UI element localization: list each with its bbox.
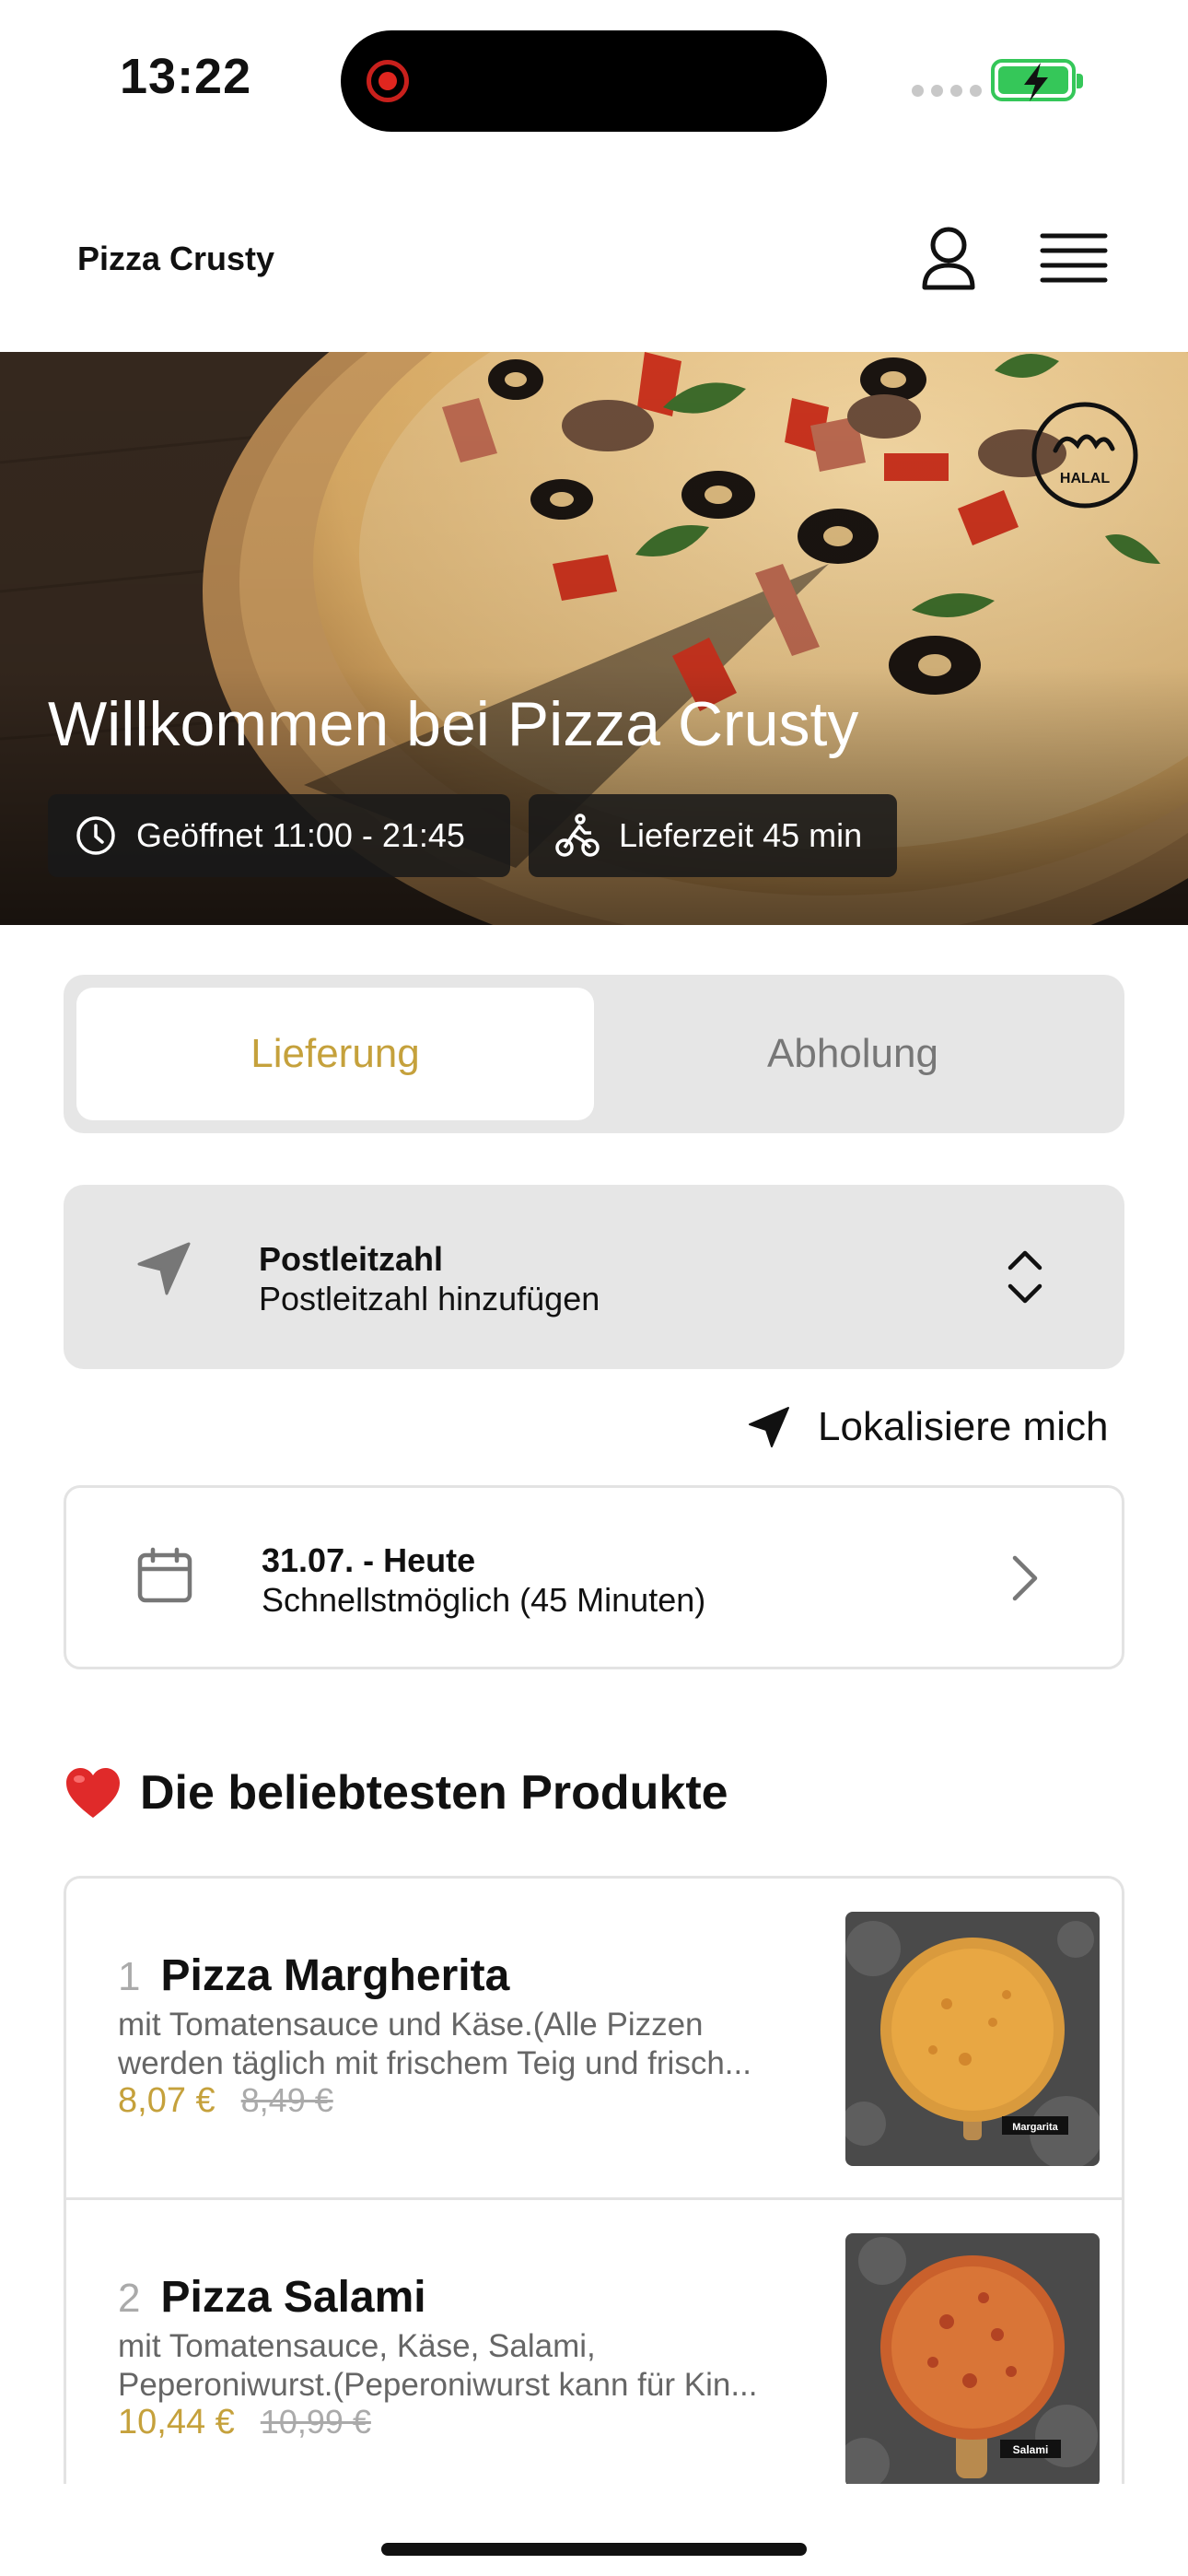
user-account-icon[interactable] — [912, 221, 985, 295]
battery-charging-icon — [991, 59, 1083, 101]
chevron-up-down-icon — [1007, 1250, 1042, 1304]
status-bar: 13:22 — [0, 0, 1188, 157]
postal-code-label: Postleitzahl — [259, 1240, 444, 1278]
delivery-time-text: Lieferzeit 45 min — [619, 816, 863, 854]
product-rank: 1 — [118, 1954, 141, 1999]
delivery-slot: Schnellstmöglich (45 Minuten) — [262, 1581, 706, 1619]
status-time: 13:22 — [120, 49, 252, 104]
app-header: Pizza Crusty — [0, 184, 1188, 350]
product-description-line: Peperoniwurst.(Peperoniwurst kann für Ki… — [118, 2367, 758, 2403]
product-rank: 2 — [118, 2276, 141, 2321]
delivery-time-chip: Lieferzeit 45 min — [529, 794, 897, 877]
product-image[interactable]: Salami — [845, 2233, 1100, 2484]
product-description-line: werden täglich mit frischem Teig und fri… — [118, 2045, 751, 2081]
popular-products-heading: Die beliebtesten Produkte — [64, 1765, 728, 1821]
hero-banner: HALAL Willkommen bei Pizza Crusty Geöffn… — [0, 352, 1188, 925]
popular-products-title: Die beliebtesten Produkte — [140, 1766, 728, 1820]
location-arrow-icon — [137, 1242, 191, 1295]
opening-hours-chip: Geöffnet 11:00 - 21:45 — [48, 794, 510, 877]
pickup-tab[interactable]: Abholung — [594, 988, 1112, 1120]
product-name: Pizza Salami — [160, 2273, 426, 2322]
product-description: mit Tomatensauce, Käse, Salami, Peperoni… — [118, 2327, 873, 2405]
recording-indicator-icon — [367, 60, 409, 102]
product-old-price: 10,99 € — [260, 2403, 371, 2441]
product-item[interactable]: 2 Pizza Salami mit Tomatensauce, Käse, S… — [66, 2197, 1122, 2484]
halal-badge-icon: HALAL — [1030, 400, 1140, 510]
clock-icon — [76, 816, 115, 855]
delivery-date: 31.07. - Heute — [262, 1541, 476, 1579]
product-name: Pizza Margherita — [160, 1951, 510, 2000]
product-price: 8,07 € — [118, 2081, 215, 2120]
product-image-label: Salami — [1013, 2443, 1049, 2456]
heart-icon — [66, 1768, 120, 1818]
product-description: mit Tomatensauce und Käse.(Alle Pizzen w… — [118, 2006, 873, 2083]
product-price: 10,44 € — [118, 2403, 235, 2441]
product-old-price: 8,49 € — [240, 2081, 333, 2119]
postal-code-selector[interactable]: Postleitzahl Postleitzahl hinzufügen — [64, 1185, 1124, 1369]
navigation-arrow-icon — [749, 1407, 789, 1447]
popular-product-list: 1 Pizza Margherita mit Tomatensauce und … — [64, 1876, 1124, 2484]
cellular-signal-icon — [912, 85, 982, 97]
postal-code-placeholder: Postleitzahl hinzufügen — [259, 1280, 600, 1317]
delivery-time-selector[interactable]: 31.07. - Heute Schnellstmöglich (45 Minu… — [64, 1485, 1124, 1669]
product-item[interactable]: 1 Pizza Margherita mit Tomatensauce und … — [66, 1879, 1122, 2197]
product-image[interactable]: Margarita — [845, 1912, 1100, 2166]
chevron-right-icon — [1012, 1555, 1038, 1601]
brand-name[interactable]: Pizza Crusty — [77, 240, 274, 278]
hero-title: Willkommen bei Pizza Crusty — [48, 689, 859, 759]
opening-hours-text: Geöffnet 11:00 - 21:45 — [136, 816, 465, 854]
product-description-line: mit Tomatensauce und Käse.(Alle Pizzen — [118, 2007, 704, 2043]
bicycle-courier-icon — [555, 814, 600, 857]
locate-me-button[interactable]: Lokalisiere mich — [748, 1399, 1108, 1456]
dynamic-island — [341, 30, 827, 132]
product-image-label: Margarita — [1012, 2122, 1058, 2133]
delivery-tab[interactable]: Lieferung — [76, 988, 594, 1120]
calendar-icon — [137, 1547, 192, 1603]
product-description-line: mit Tomatensauce, Käse, Salami, — [118, 2328, 596, 2364]
home-indicator[interactable] — [381, 2543, 807, 2556]
order-mode-toggle: Lieferung Abholung — [64, 975, 1124, 1133]
hamburger-menu-icon[interactable] — [1039, 228, 1109, 289]
locate-me-label: Lokalisiere mich — [818, 1404, 1109, 1449]
halal-badge-text: HALAL — [1060, 471, 1110, 486]
